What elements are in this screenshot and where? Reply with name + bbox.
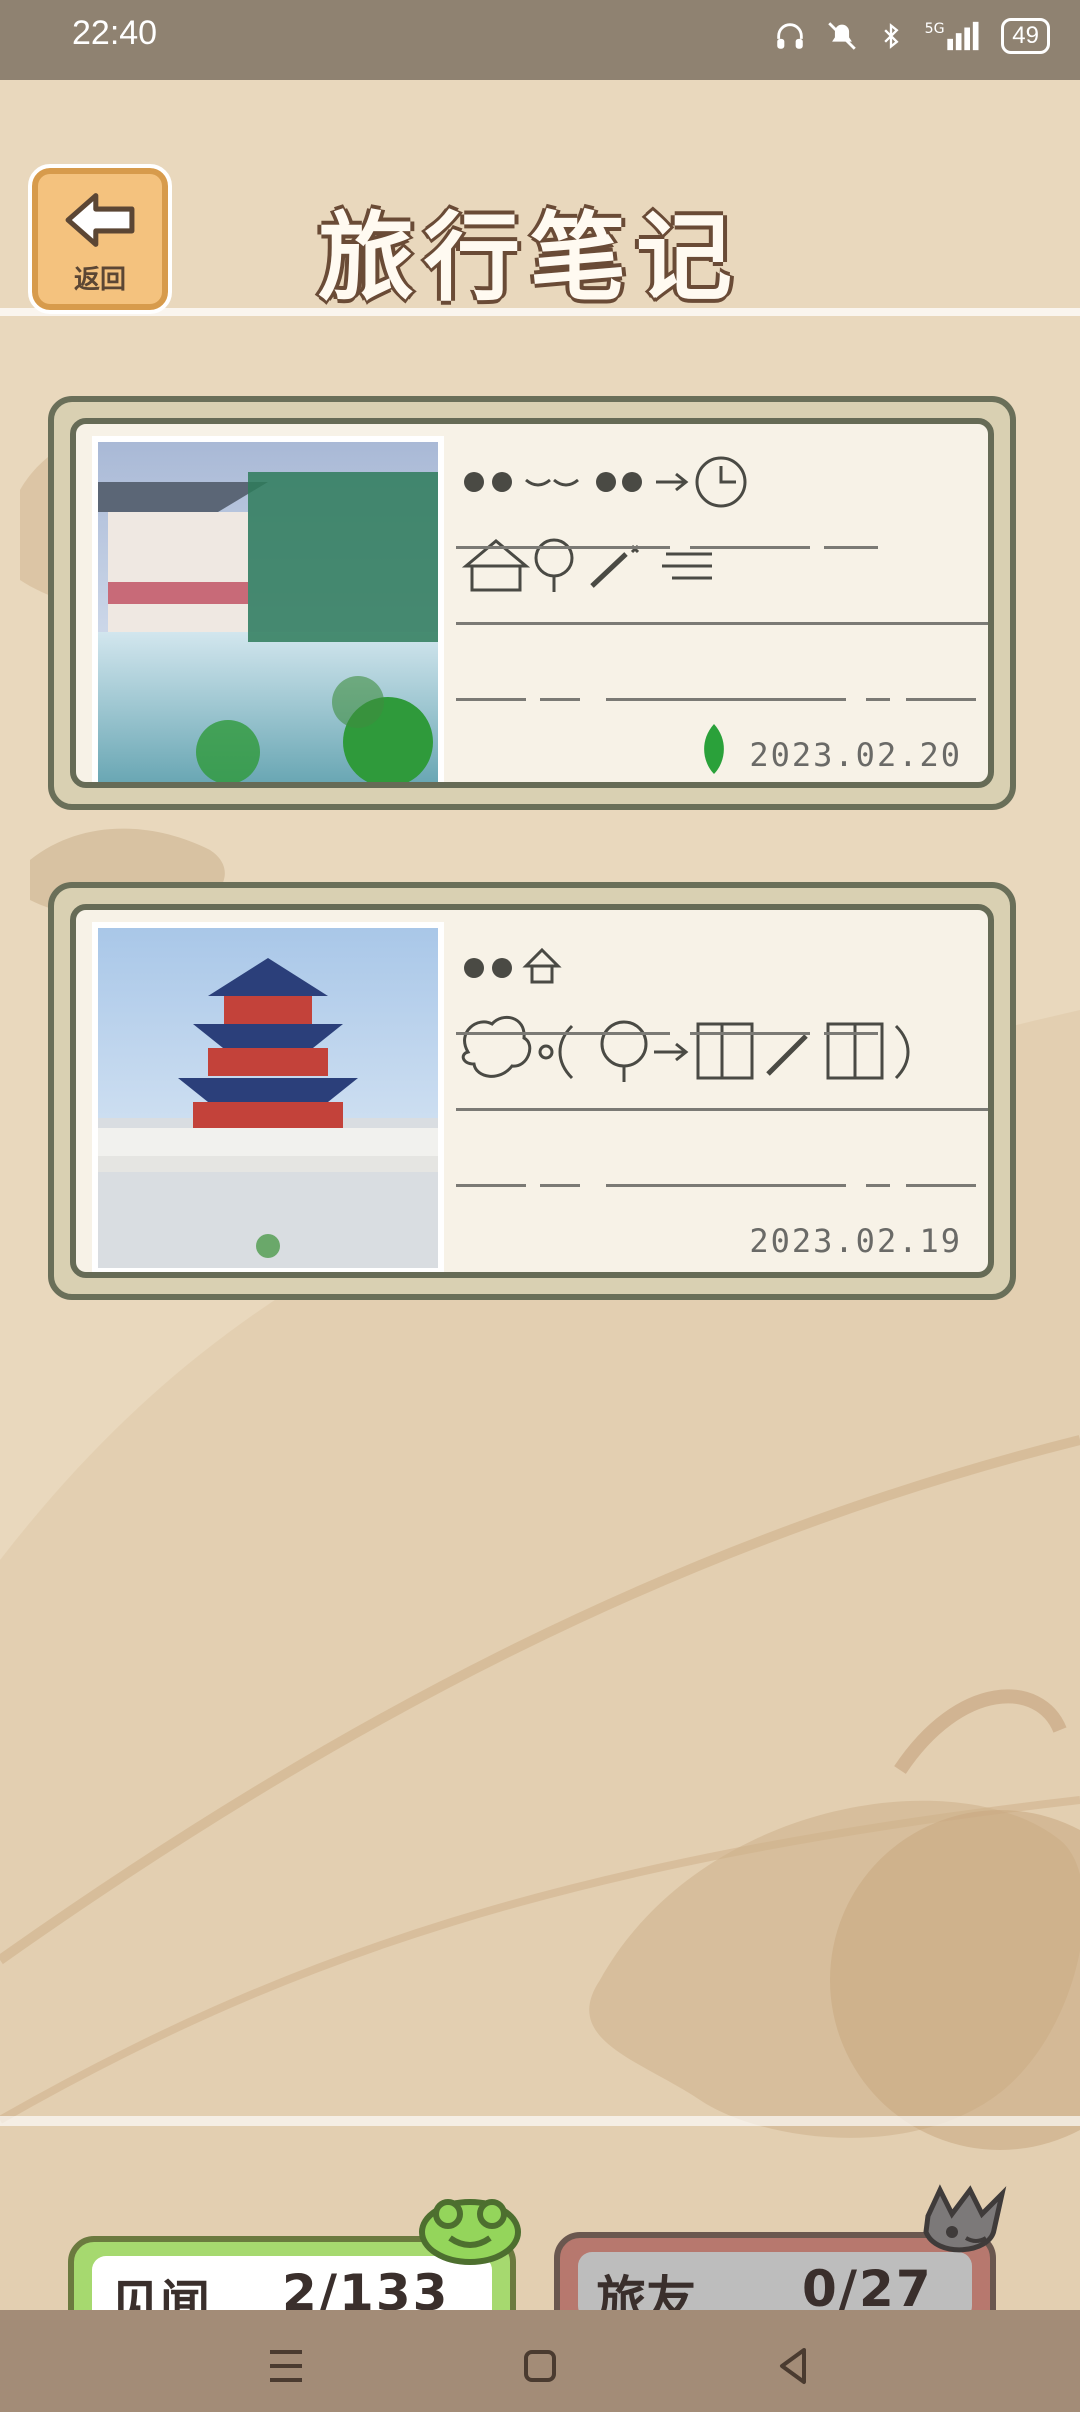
mute-icon (828, 22, 857, 50)
journal-photo[interactable] (92, 436, 444, 782)
journal-notes: 2023.02.19 (456, 920, 988, 1272)
back-button-label: 返回 (73, 265, 126, 295)
status-icons: 5G 49 (773, 18, 1050, 54)
pictograph-notes (461, 456, 747, 592)
pavilion-photo-image (98, 442, 438, 782)
back-arrow-icon (65, 193, 135, 247)
note-line (540, 698, 580, 701)
bluetooth-icon (884, 23, 899, 49)
home-nav-icon[interactable] (510, 2336, 570, 2396)
note-line (606, 1184, 846, 1187)
journal-photo[interactable] (92, 922, 444, 1272)
system-nav-bar (0, 2310, 1080, 2412)
status-bar: 22:40 5G 49 (0, 0, 1080, 80)
creature-icon (923, 2184, 1007, 2253)
note-line (456, 1032, 670, 1035)
journal-date: 2023.02.19 (749, 1222, 962, 1260)
note-line (866, 698, 890, 701)
back-button[interactable]: 返回 (28, 164, 172, 314)
note-line (456, 1108, 988, 1111)
temple-photo-image (98, 928, 438, 1268)
status-time: 22:40 (72, 14, 158, 52)
journal-card-inner: 2023.02.20 (70, 418, 994, 788)
journal-date: 2023.02.20 (749, 736, 962, 774)
journal-card-inner: 2023.02.19 (70, 904, 994, 1278)
menu-nav-icon[interactable] (256, 2336, 316, 2396)
note-line (906, 698, 976, 701)
note-line (456, 546, 670, 549)
note-line (690, 1032, 810, 1035)
battery-icon: 49 (1001, 18, 1050, 54)
5g-signal-icon: 5G (925, 21, 979, 51)
back-nav-icon[interactable] (764, 2336, 824, 2396)
page-title: 旅行笔记 (318, 202, 742, 314)
headphones-icon (777, 23, 804, 49)
note-line (456, 698, 526, 701)
note-line (456, 622, 988, 625)
note-line (866, 1184, 890, 1187)
note-line (456, 1184, 526, 1187)
note-line (824, 546, 878, 549)
note-line (690, 546, 810, 549)
note-line (606, 698, 846, 701)
svg-text:5G: 5G (925, 21, 945, 37)
journal-card[interactable]: 2023.02.20 (48, 396, 1016, 810)
note-line (906, 1184, 976, 1187)
journal-notes: 2023.02.20 (456, 434, 988, 782)
journal-card[interactable]: 2023.02.19 (48, 882, 1016, 1300)
note-line (824, 1032, 878, 1035)
leaf-icon (704, 724, 724, 774)
frog-icon (419, 2199, 521, 2265)
note-line (540, 1184, 580, 1187)
pictograph-notes (461, 947, 910, 1082)
